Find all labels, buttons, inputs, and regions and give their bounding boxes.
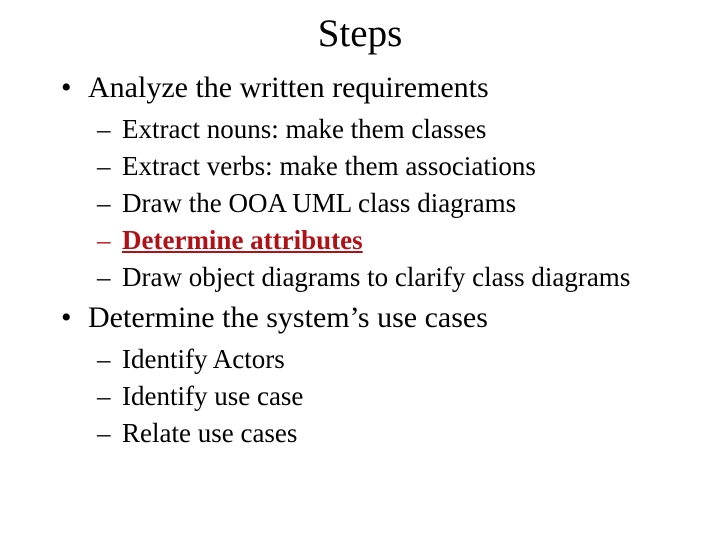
dash-marker-icon: – <box>97 188 111 218</box>
sub-bullet-text: Draw the OOA UML class diagrams <box>122 188 517 218</box>
bullet-item: • Analyze the written requirements <box>0 68 720 108</box>
sub-bullet-item: – Identify Actors <box>0 341 720 378</box>
slide: Steps • Analyze the written requirements… <box>0 0 720 540</box>
dash-marker-icon: – <box>97 381 111 411</box>
dash-marker-icon: – <box>97 344 111 374</box>
bullet-item: • Determine the system’s use cases <box>0 298 720 338</box>
dash-marker-icon: – <box>97 418 111 448</box>
sub-bullet-item: – Draw object diagrams to clarify class … <box>0 259 720 296</box>
sub-bullet-item: – Extract verbs: make them associations <box>0 148 720 185</box>
sub-bullet-text: Extract nouns: make them classes <box>122 114 487 144</box>
bullet-text: Determine the system’s use cases <box>88 301 488 334</box>
bullet-marker-icon: • <box>61 301 72 334</box>
sub-bullet-item: – Extract nouns: make them classes <box>0 111 720 148</box>
bullet-marker-icon: • <box>61 71 72 104</box>
sub-bullet-item: – Relate use cases <box>0 415 720 452</box>
dash-marker-icon: – <box>97 114 111 144</box>
dash-marker-icon: – <box>97 262 111 292</box>
sub-bullet-text-emphasis: Determine attributes <box>122 225 363 255</box>
sub-bullet-item: – Identify use case <box>0 378 720 415</box>
bullet-text: Analyze the written requirements <box>88 71 489 104</box>
sub-bullet-item: – Draw the OOA UML class diagrams <box>0 185 720 222</box>
sub-bullet-text: Extract verbs: make them associations <box>122 151 536 181</box>
sub-bullet-text: Draw object diagrams to clarify class di… <box>122 262 631 292</box>
sub-bullet-text: Relate use cases <box>122 418 298 448</box>
sub-bullet-text: Identify Actors <box>122 344 285 374</box>
dash-marker-icon: – <box>97 151 111 181</box>
slide-title: Steps <box>317 12 403 55</box>
slide-body: • Analyze the written requirements – Ext… <box>0 68 720 452</box>
sub-bullet-item-highlighted: – Determine attributes <box>0 222 720 259</box>
sub-bullet-text: Identify use case <box>122 381 304 411</box>
dash-marker-icon: – <box>97 225 111 255</box>
